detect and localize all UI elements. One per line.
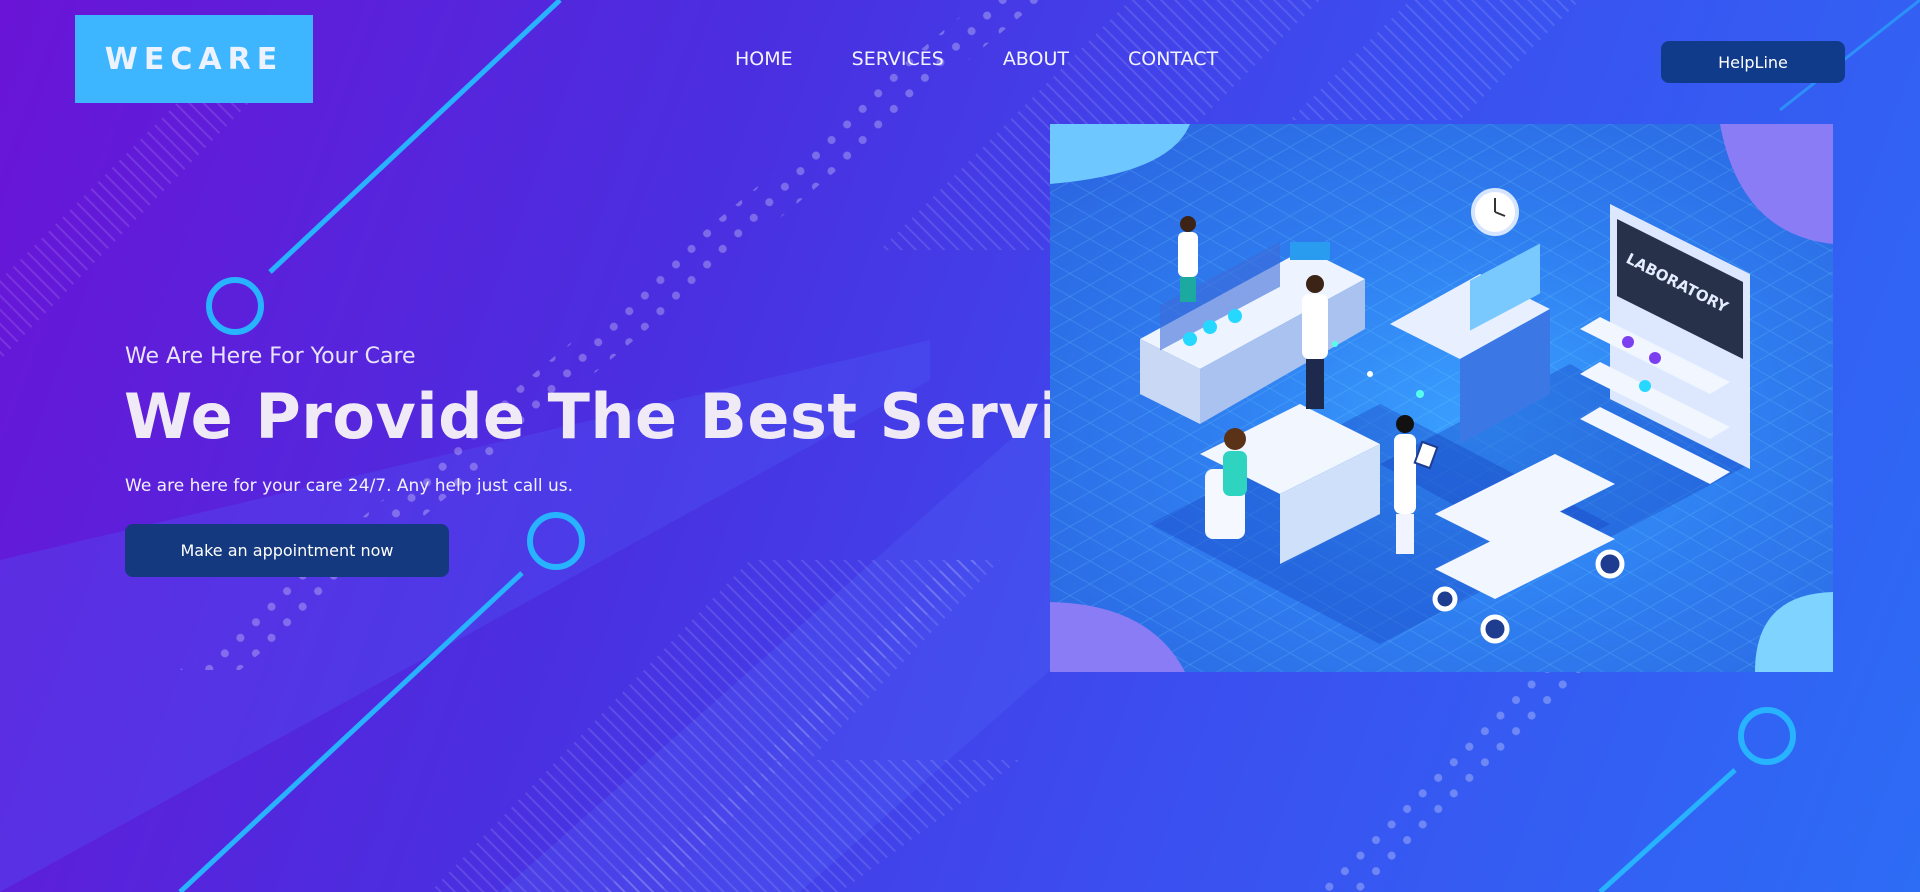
- scientist-figure: [1223, 428, 1247, 496]
- nav-item-contact[interactable]: CONTACT: [1128, 48, 1218, 70]
- hero-subtext: We are here for your care 24/7. Any help…: [125, 476, 574, 496]
- helpline-label: HelpLine: [1718, 52, 1788, 72]
- nav-item-home[interactable]: HOME: [735, 48, 793, 70]
- laboratory-scene: LABORATORY: [1050, 124, 1833, 672]
- hero-kicker: We Are Here For Your Care: [125, 344, 416, 369]
- helpline-button[interactable]: HelpLine: [1661, 41, 1845, 83]
- main-nav: HOME SERVICES ABOUT CONTACT: [735, 48, 1218, 70]
- appointment-button[interactable]: Make an appointment now: [125, 524, 449, 577]
- nav-item-services[interactable]: SERVICES: [852, 48, 944, 70]
- logo[interactable]: WECARE: [75, 15, 313, 103]
- nav-item-about[interactable]: ABOUT: [1003, 48, 1069, 70]
- laboratory-illustration: LABORATORY: [1050, 124, 1833, 672]
- logo-text: WECARE: [104, 41, 284, 77]
- appointment-button-label: Make an appointment now: [180, 541, 394, 560]
- hero-headline: We Provide The Best Services: [124, 380, 1179, 453]
